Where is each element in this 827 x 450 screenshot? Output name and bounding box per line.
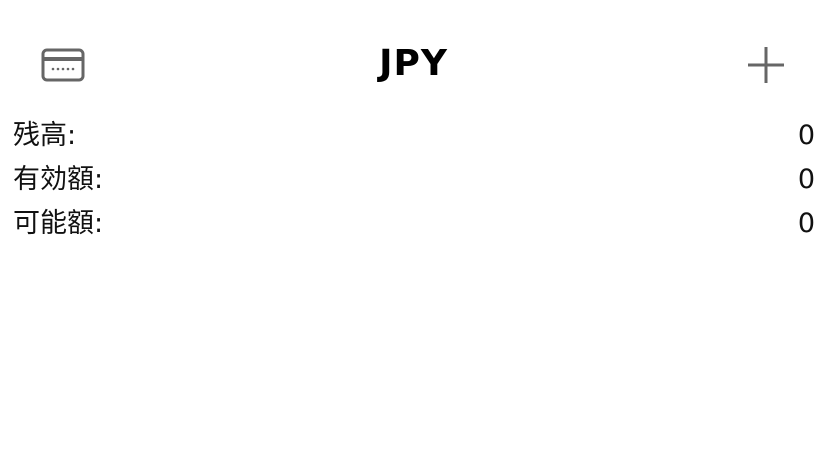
header-bar: JPY bbox=[0, 34, 827, 94]
effective-row: 有効額: 0 bbox=[0, 158, 827, 202]
effective-label: 有効額: bbox=[13, 164, 104, 195]
available-value: 0 bbox=[797, 208, 815, 239]
balance-row: 残高: 0 bbox=[0, 114, 827, 158]
effective-value: 0 bbox=[797, 164, 815, 195]
available-row: 可能額: 0 bbox=[0, 202, 827, 246]
add-button[interactable] bbox=[742, 42, 790, 88]
card-button[interactable] bbox=[37, 42, 89, 88]
available-label: 可能額: bbox=[13, 208, 104, 239]
balance-list: 残高: 0 有効額: 0 可能額: 0 bbox=[0, 114, 827, 246]
credit-card-icon bbox=[41, 48, 85, 82]
balance-value: 0 bbox=[797, 120, 815, 151]
plus-icon bbox=[748, 47, 784, 83]
balance-label: 残高: bbox=[13, 120, 77, 151]
currency-title: JPY bbox=[379, 43, 448, 84]
